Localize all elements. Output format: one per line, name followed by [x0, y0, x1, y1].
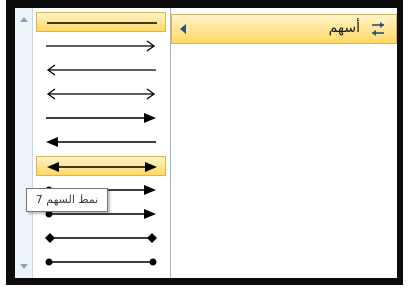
menu-item-arrows[interactable]: أسهم [171, 14, 397, 44]
submenu-caret-icon [180, 24, 186, 34]
arrow-style-11[interactable] [36, 252, 166, 272]
gallery-scrollbar[interactable] [15, 8, 33, 278]
arrow-style-3[interactable] [36, 60, 166, 80]
arrow-style-6[interactable] [36, 132, 166, 152]
arrow-style-1[interactable] [36, 12, 166, 32]
arrow-style-7[interactable] [36, 156, 166, 176]
arrow-style-10[interactable] [36, 228, 166, 248]
tooltip: نمط السهم 7 [26, 188, 108, 212]
menu-item-arrows-label: أسهم [328, 20, 360, 36]
arrow-style-4[interactable] [36, 84, 166, 104]
context-menu: أسهم [170, 8, 397, 278]
arrows-icon [372, 22, 384, 36]
scroll-up-icon[interactable] [20, 17, 28, 22]
arrow-styles-gallery[interactable] [15, 8, 171, 278]
arrow-style-2[interactable] [36, 36, 166, 56]
scroll-down-icon[interactable] [20, 264, 28, 269]
arrow-style-5[interactable] [36, 108, 166, 128]
